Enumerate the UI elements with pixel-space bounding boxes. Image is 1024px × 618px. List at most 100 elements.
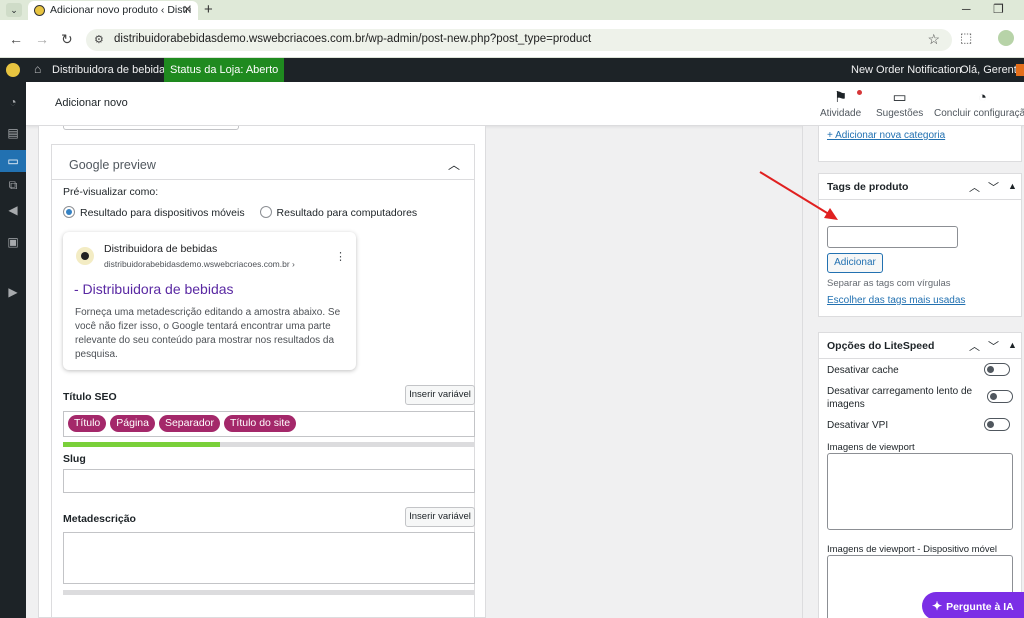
products-icon[interactable]: ▭ (0, 150, 26, 172)
seo-title-progress-fill (63, 442, 220, 447)
ask-ai-label: Pergunte à IA (946, 601, 1014, 613)
extensions-icon[interactable]: ⬚ (960, 30, 972, 46)
meta-description-label: Metadescrição (63, 513, 136, 525)
collapse-toggle-icon[interactable]: ▲ (1008, 181, 1017, 191)
tab-close-icon[interactable]: ✕ (183, 1, 192, 20)
suggestions-button[interactable]: ▭ Sugestões (876, 88, 923, 119)
move-up-icon[interactable]: ︿ (969, 338, 980, 354)
blocks-icon[interactable]: ▣ (5, 235, 21, 249)
litespeed-header: Opções do LiteSpeed ︿ ﹀ ▲ (819, 333, 1021, 359)
activity-button[interactable]: ⚑ Atividade (820, 88, 863, 119)
tab-search-chevron-icon[interactable]: ⌄ (6, 3, 22, 17)
home-icon[interactable]: ⌂ (34, 62, 41, 76)
site-logo-icon[interactable] (6, 63, 20, 77)
variable-chip[interactable]: Separador (158, 415, 221, 432)
seo-title-chips: Título Página Separador Título do site (64, 412, 474, 435)
user-avatar[interactable] (1016, 64, 1024, 76)
serp-description: Forneça uma metadescrição editando a amo… (75, 307, 341, 360)
annotation-arrow (759, 171, 838, 220)
finish-setup-button[interactable]: ◔ Concluir configuração (934, 88, 1024, 119)
forward-arrow-icon[interactable]: → (35, 31, 49, 47)
slug-input[interactable] (63, 469, 475, 493)
move-down-icon[interactable]: ﹀ (988, 338, 999, 354)
more-vertical-icon: ⋮ (335, 251, 346, 263)
tab-title: Adicionar novo produto ‹ Distri (50, 4, 192, 16)
marketing-icon[interactable]: ◀ (5, 203, 21, 217)
most-used-tags-link[interactable]: Escolher das tags mais usadas (827, 295, 965, 306)
insert-variable-button[interactable]: Inserir variável (405, 385, 475, 405)
meta-description-input[interactable] (63, 532, 475, 584)
disable-cache-label: Desativar cache (827, 365, 899, 376)
viewport-images-textarea[interactable] (827, 453, 1013, 530)
address-bar[interactable]: ⚙ distribuidorabebidasdemo.wswebcriacoes… (86, 29, 952, 51)
add-category-link[interactable]: + Adicionar nova categoria (827, 130, 945, 141)
meta-description-progress (63, 590, 475, 595)
finish-setup-label: Concluir configuração (934, 108, 1024, 119)
disable-lazy-label: Desativar carregamento lento de imagens (827, 386, 973, 410)
serp-favicon-icon (76, 247, 94, 265)
litespeed-title: Opções do LiteSpeed (827, 340, 935, 352)
chevron-up-icon[interactable]: ︿ (448, 156, 460, 173)
activity-label: Atividade (820, 108, 862, 119)
google-preview-title[interactable]: Google preview (69, 158, 156, 172)
seo-title-label: Título SEO (63, 391, 117, 403)
add-tag-button[interactable]: Adicionar (827, 253, 883, 273)
reload-icon[interactable]: ↻ (61, 31, 73, 47)
user-greeting[interactable]: Olá, Gerente (960, 64, 1023, 76)
collapse-toggle-icon[interactable]: ▲ (1008, 340, 1017, 350)
insert-variable-meta-button[interactable]: Inserir variável (405, 507, 475, 527)
bookmark-star-icon[interactable]: ☆ (927, 31, 940, 48)
slug-label: Slug (63, 453, 86, 465)
radio-desktop[interactable] (259, 206, 272, 218)
variable-chip[interactable]: Página (110, 415, 155, 432)
google-preview-panel: Google preview ︿ Pré-visualizar como: Re… (51, 144, 475, 618)
categories-box: + Adicionar nova categoria (818, 126, 1022, 162)
play-icon[interactable]: ▶ (5, 285, 21, 299)
minimize-icon[interactable]: ─ (962, 0, 971, 19)
sparkle-icon: ✦ (932, 599, 943, 613)
variable-chip[interactable]: Título do site (224, 415, 297, 432)
browser-toolbar: ← → ↻ ⚙ distribuidorabebidasdemo.wswebcr… (0, 20, 1024, 58)
radio-mobile-label[interactable]: Resultado para dispositivos móveis (80, 207, 245, 219)
site-info-icon[interactable]: ⚙ (94, 33, 104, 46)
disable-cache-toggle[interactable] (984, 363, 1010, 376)
move-up-icon[interactable]: ︿ (969, 179, 980, 195)
store-status-badge[interactable]: Status da Loja: Aberto (164, 58, 285, 82)
radio-desktop-label[interactable]: Resultado para computadores (277, 207, 418, 219)
ask-ai-button[interactable]: ✦ Pergunte à IA (922, 592, 1024, 618)
serp-title: - Distribuidora de bebidas (74, 281, 234, 297)
flag-icon: ⚑ (833, 89, 848, 106)
back-arrow-icon[interactable]: ← (9, 31, 23, 47)
new-tab-button[interactable]: + (204, 0, 213, 19)
dashboard-icon[interactable]: ◔ (5, 95, 21, 109)
preview-mode-radios: Resultado para dispositivos móveis Resul… (63, 206, 429, 219)
truncated-button[interactable] (63, 126, 239, 130)
maximize-icon[interactable]: ❐ (993, 0, 1004, 19)
browser-tab[interactable]: Adicionar novo produto ‹ Distri ✕ (28, 1, 198, 20)
seo-title-progress (63, 442, 475, 447)
notification-dot (857, 90, 863, 95)
variable-chip[interactable]: Título (68, 415, 107, 432)
tags-hint: Separar as tags com vírgulas (827, 278, 951, 289)
serp-site-name: Distribuidora de bebidas (104, 243, 218, 255)
disable-vpi-toggle[interactable] (984, 418, 1010, 431)
serp-url: distribuidorabebidasdemo.wswebcriacoes.c… (104, 259, 295, 269)
move-down-icon[interactable]: ﹀ (988, 179, 999, 195)
radio-mobile[interactable] (63, 206, 75, 218)
wp-admin-bar: ⌂ Distribuidora de bebidas Status da Loj… (0, 58, 1024, 82)
media-icon[interactable]: ⧉ (5, 178, 21, 192)
site-favicon-icon (34, 5, 45, 16)
serp-preview-card: Distribuidora de bebidas distribuidorabe… (63, 232, 356, 370)
profile-avatar-icon[interactable] (998, 30, 1014, 46)
suggestions-label: Sugestões (876, 108, 924, 119)
url-text: distribuidorabebidasdemo.wswebcriacoes.c… (114, 33, 592, 45)
disable-lazy-toggle[interactable] (987, 390, 1013, 403)
posts-icon[interactable]: ▤ (5, 126, 21, 140)
product-data-box: Google preview ︿ Pré-visualizar como: Re… (38, 126, 486, 618)
disable-vpi-label: Desativar VPI (827, 420, 889, 431)
new-order-notification-link[interactable]: New Order Notification (851, 64, 962, 76)
page-header: Adicionar novo ⚑ Atividade ▭ Sugestões ◔… (26, 82, 1024, 126)
preview-as-label: Pré-visualizar como: (63, 186, 159, 198)
site-name-link[interactable]: Distribuidora de bebidas (52, 64, 171, 76)
seo-title-input[interactable]: Título Página Separador Título do site (63, 411, 475, 437)
